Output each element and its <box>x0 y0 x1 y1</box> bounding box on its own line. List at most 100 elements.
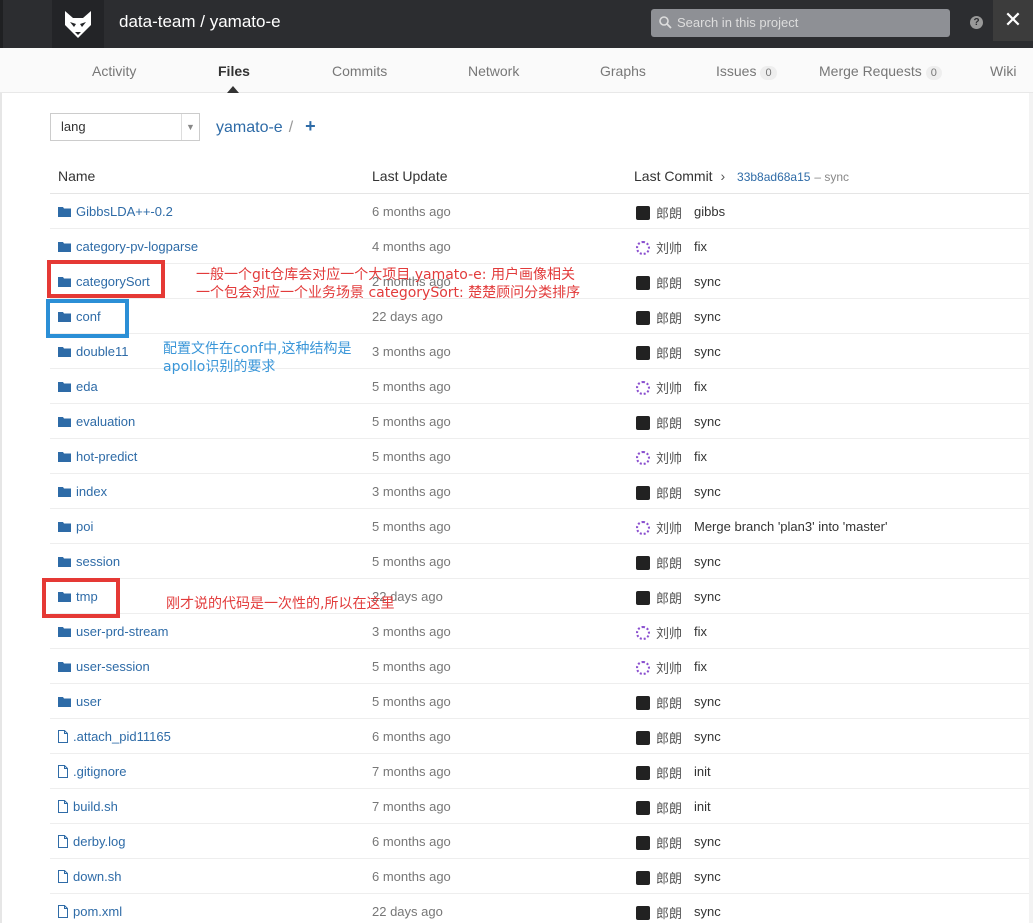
table-row: derby.log 6 months ago 郎朗 sync <box>50 824 1029 859</box>
commit-author[interactable]: 郎朗 <box>636 693 682 712</box>
commit-message-link[interactable]: gibbs <box>694 204 725 219</box>
last-update-text: 6 months ago <box>372 204 451 219</box>
commit-author[interactable]: 郎朗 <box>636 203 682 222</box>
commit-message-link[interactable]: Merge branch 'plan3' into 'master' <box>694 519 887 534</box>
table-row: build.sh 7 months ago 郎朗 init <box>50 789 1029 824</box>
file-name-link[interactable]: evaluation <box>58 414 135 429</box>
file-name-link[interactable]: user-session <box>58 659 150 674</box>
file-name-link[interactable]: build.sh <box>58 799 118 814</box>
breadcrumb-repo-link[interactable]: yamato-e <box>216 119 283 136</box>
author-name: 郎朗 <box>656 206 683 221</box>
project-title[interactable]: data-team / yamato-e <box>119 12 281 32</box>
file-name-link[interactable]: pom.xml <box>58 904 122 919</box>
annotation-note-line: 一般一个git仓库会对应一个大项目 yamato-e: 用户画像相关 <box>196 267 575 283</box>
commit-author[interactable]: 郎朗 <box>636 588 682 607</box>
commit-author[interactable]: 郎朗 <box>636 728 682 747</box>
commit-message-link[interactable]: fix <box>694 624 707 639</box>
file-name-link[interactable]: down.sh <box>58 869 121 884</box>
tab-issues[interactable]: Issues 0 <box>716 63 777 80</box>
annotation-box-conf <box>46 299 129 338</box>
commit-message-link[interactable]: sync <box>694 869 721 884</box>
commit-author[interactable]: 刘帅 <box>636 658 682 677</box>
avatar <box>636 800 650 815</box>
commit-author[interactable]: 郎朗 <box>636 553 682 572</box>
author-name: 郎朗 <box>656 416 683 431</box>
gitlab-logo[interactable] <box>52 0 104 48</box>
file-name-link[interactable]: user <box>58 694 101 709</box>
avatar <box>636 310 650 325</box>
file-name-link[interactable]: eda <box>58 379 98 394</box>
commit-message-link[interactable]: init <box>694 764 711 779</box>
search-input[interactable]: Search in this project <box>651 9 950 37</box>
add-file-button[interactable]: + <box>305 116 316 136</box>
file-name-link[interactable]: GibbsLDA++-0.2 <box>58 204 173 219</box>
commit-author[interactable]: 刘帅 <box>636 518 682 537</box>
commit-author[interactable]: 郎朗 <box>636 798 682 817</box>
commit-message-link[interactable]: sync <box>694 274 721 289</box>
file-name-link[interactable]: .attach_pid11165 <box>58 729 171 744</box>
file-icon <box>58 905 68 918</box>
commit-message-link[interactable]: sync <box>694 904 721 919</box>
author-name: 郎朗 <box>656 276 683 291</box>
chevron-down-icon: ▼ <box>181 114 199 140</box>
last-update-text: 5 months ago <box>372 379 451 394</box>
commit-message-link[interactable]: fix <box>694 449 707 464</box>
file-name-link[interactable]: .gitignore <box>58 764 126 779</box>
breadcrumb: yamato-e / + <box>216 116 316 137</box>
commit-message-link[interactable]: sync <box>694 344 721 359</box>
commit-message-link[interactable]: sync <box>694 834 721 849</box>
file-name-link[interactable]: double11 <box>58 344 129 359</box>
tab-merge-requests[interactable]: Merge Requests 0 <box>819 63 942 80</box>
tab-wiki[interactable]: Wiki <box>990 63 1016 79</box>
commit-author[interactable]: 郎朗 <box>636 833 682 852</box>
tab-commits[interactable]: Commits <box>332 63 387 79</box>
close-button[interactable]: ✕ <box>993 0 1033 41</box>
tab-network[interactable]: Network <box>468 63 519 79</box>
commit-author[interactable]: 郎朗 <box>636 308 682 327</box>
commit-author[interactable]: 刘帅 <box>636 448 682 467</box>
commit-author[interactable]: 刘帅 <box>636 623 682 642</box>
file-name-text: double11 <box>76 344 129 359</box>
file-name-link[interactable]: derby.log <box>58 834 126 849</box>
commit-message-link[interactable]: init <box>694 799 711 814</box>
commit-message-link[interactable]: sync <box>694 484 721 499</box>
file-name-link[interactable]: session <box>58 554 120 569</box>
file-name-link[interactable]: user-prd-stream <box>58 624 168 639</box>
file-name-link[interactable]: index <box>58 484 107 499</box>
commit-author[interactable]: 郎朗 <box>636 273 682 292</box>
commit-message-link[interactable]: fix <box>694 379 707 394</box>
tab-label: Wiki <box>990 63 1017 79</box>
file-name-link[interactable]: hot-predict <box>58 449 137 464</box>
commit-message-link[interactable]: sync <box>694 729 721 744</box>
author-name: 郎朗 <box>656 801 683 816</box>
commit-message-link[interactable]: fix <box>694 239 707 254</box>
commit-author[interactable]: 郎朗 <box>636 763 682 782</box>
file-name-link[interactable]: poi <box>58 519 93 534</box>
commit-message-link[interactable]: sync <box>694 414 721 429</box>
commit-message-link[interactable]: sync <box>694 309 721 324</box>
commit-hash-link[interactable]: 33b8ad68a15 <box>737 170 810 184</box>
tab-activity[interactable]: Activity <box>92 63 136 79</box>
commit-message-link[interactable]: sync <box>694 589 721 604</box>
folder-icon <box>58 557 71 567</box>
annotation-note-conf: 配置文件在conf中,这种结构是 apollo识别的要求 <box>163 340 352 376</box>
commit-author[interactable]: 郎朗 <box>636 903 682 922</box>
tab-graphs[interactable]: Graphs <box>600 63 646 79</box>
commit-author[interactable]: 郎朗 <box>636 868 682 887</box>
table-row: poi 5 months ago 刘帅 Merge branch 'plan3' in… <box>50 509 1029 544</box>
commit-author[interactable]: 郎朗 <box>636 483 682 502</box>
branch-select[interactable]: lang ▼ <box>50 113 200 141</box>
commit-author[interactable]: 郎朗 <box>636 413 682 432</box>
commit-message: – sync <box>814 170 850 184</box>
commit-message-link[interactable]: fix <box>694 659 707 674</box>
commit-author[interactable]: 郎朗 <box>636 343 682 362</box>
tab-files[interactable]: Files <box>218 63 250 79</box>
commit-message-link[interactable]: sync <box>694 554 721 569</box>
file-name-link[interactable]: category-pv-logparse <box>58 239 198 254</box>
commit-message-link[interactable]: sync <box>694 694 721 709</box>
issues-count-badge: 0 <box>760 66 777 80</box>
table-row: hot-predict 5 months ago 刘帅 fix <box>50 439 1029 474</box>
help-icon[interactable]: ? <box>970 16 983 29</box>
commit-author[interactable]: 刘帅 <box>636 378 682 397</box>
commit-author[interactable]: 刘帅 <box>636 238 682 257</box>
